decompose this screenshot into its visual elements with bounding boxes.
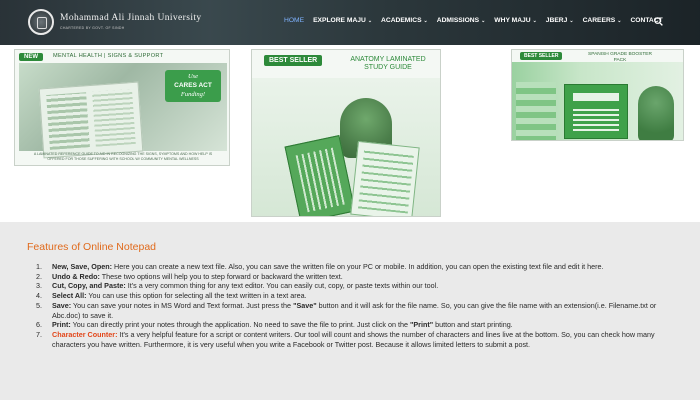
feature-item: 3. Cut, Copy, and Paste: It's a very comm… — [36, 281, 676, 291]
banner-title: ANATOMY LAMINATED STUDY GUIDE — [350, 56, 426, 71]
feature-text: button and start printing. — [433, 320, 513, 330]
nav-item-label: ACADEMICS — [381, 17, 422, 24]
chevron-down-icon: ⌄ — [617, 17, 622, 24]
nav-item-home[interactable]: HOME — [284, 17, 304, 24]
nav-item-admissions[interactable]: ADMISSIONS ⌄ — [437, 17, 486, 24]
feature-number: 4. — [36, 291, 42, 301]
features-list: 1. New, Save, Open: Here you can create a… — [36, 262, 676, 349]
promo-banner-anatomy[interactable]: BEST SELLER ANATOMY LAMINATED STUDY GUID… — [251, 49, 441, 217]
university-name[interactable]: Mohammad Ali Jinnah University — [60, 13, 202, 23]
feature-item: 1. New, Save, Open: Here you can create a… — [36, 262, 676, 272]
cares-badge-line: Use — [187, 73, 199, 80]
feature-text: You can directly print your notes throug… — [70, 320, 410, 330]
bookshelf-image — [516, 82, 556, 140]
booster-pack-image — [564, 84, 628, 139]
feature-item: 6. Print: You can directly print your not… — [36, 320, 676, 330]
feature-label: Cut, Copy, and Paste: — [52, 281, 126, 291]
banner-image — [252, 78, 440, 216]
chevron-down-icon: ⌄ — [423, 17, 428, 24]
feature-text: Here you can create a new text file. Als… — [112, 262, 604, 271]
banner-title: MENTAL HEALTH | SIGNS & SUPPORT — [53, 53, 164, 59]
nav-item-label: ADMISSIONS — [436, 17, 480, 24]
chevron-down-icon: ⌄ — [481, 17, 486, 24]
feature-label: Print: — [52, 320, 71, 330]
best-seller-badge: BEST SELLER — [264, 55, 323, 66]
nav-item-label: HOME — [284, 17, 305, 24]
cares-badge-line: CARES ACT — [174, 82, 212, 89]
feature-label: Undo & Redo: — [52, 271, 100, 281]
banner-caption: A LAMINATED REFERENCE GUIDE TO AID IN RE… — [33, 152, 213, 161]
feature-number: 5. — [36, 300, 42, 310]
nav-item-label: WHY MAJU — [494, 17, 531, 24]
nav-item-label: CAREERS — [582, 17, 616, 24]
feature-item: 5. Save: You can save your notes in MS Wo… — [36, 301, 676, 320]
feature-text: You can save your notes in MS Word and T… — [71, 300, 294, 310]
feature-text: These two options will help you to step … — [99, 271, 343, 281]
nav-item-label: EXPLORE MAJU — [313, 17, 366, 24]
feature-number: 3. — [36, 281, 42, 291]
main-nav: HOME EXPLORE MAJU ⌄ ACADEMICS ⌄ ADMISSIONS ⌄ WH… — [284, 17, 672, 24]
feature-item: 7. Character Counter: It's a very helpful… — [36, 330, 676, 349]
feature-number: 6. — [36, 320, 42, 330]
nav-item-explore-maju[interactable]: EXPLORE MAJU ⌄ — [313, 17, 372, 24]
nav-item-jberj[interactable]: JBERJ ⌄ — [546, 17, 574, 24]
nav-item-why-maju[interactable]: WHY MAJU ⌄ — [494, 17, 537, 24]
feature-label: "Save" — [293, 300, 317, 310]
feature-label: "Print" — [409, 320, 434, 330]
university-logo-icon[interactable] — [28, 9, 54, 35]
search-icon[interactable] — [654, 17, 663, 26]
feature-number: 2. — [36, 271, 42, 281]
nav-item-label: JBERJ — [545, 17, 568, 24]
university-subtitle: CHARTERED BY GOVT. OF SINDH — [60, 26, 125, 30]
student-photo — [638, 86, 674, 140]
nav-item-academics[interactable]: ACADEMICS ⌄ — [381, 17, 428, 24]
chevron-down-icon: ⌄ — [569, 17, 574, 24]
features-section: Features of Online Notepad 1. New, Save, … — [0, 222, 700, 400]
feature-item: 4. Select All: You can use this option fo… — [36, 291, 676, 301]
reference-chart-image — [38, 81, 144, 159]
feature-text: It's a very common thing for any text ed… — [125, 281, 439, 291]
feature-number: 1. — [36, 262, 42, 271]
features-heading: Features of Online Notepad — [27, 241, 156, 253]
feature-label: Select All: — [52, 291, 87, 301]
promo-banner-mental-health[interactable]: NEW MENTAL HEALTH | SIGNS & SUPPORT Use … — [14, 49, 230, 166]
new-badge: NEW — [19, 53, 43, 61]
feature-item: 2. Undo & Redo: These two options will he… — [36, 272, 676, 282]
banner-image — [512, 62, 683, 140]
nav-item-careers[interactable]: CAREERS ⌄ — [583, 17, 622, 24]
feature-label: New, Save, Open: — [52, 262, 113, 271]
cares-badge-line: Funding! — [180, 91, 206, 98]
feature-text: You can use this option for selecting al… — [86, 291, 307, 301]
chevron-down-icon: ⌄ — [532, 17, 537, 24]
best-seller-badge: BEST SELLER — [520, 52, 563, 60]
feature-number: 7. — [36, 329, 42, 339]
site-header: Mohammad Ali Jinnah University CHARTERED… — [0, 0, 700, 45]
chevron-down-icon: ⌄ — [367, 17, 373, 24]
cares-act-badge: Use CARES ACT Funding! — [165, 70, 221, 102]
promo-banner-spanish[interactable]: BEST SELLER SPANISH GRADE BOOSTER PACK — [511, 49, 684, 141]
feature-text: It's a very helpful feature for a script… — [52, 329, 655, 349]
feature-label: Save: — [52, 300, 72, 310]
feature-label: Character Counter: — [52, 329, 118, 339]
anatomy-guide-open-image — [350, 140, 420, 216]
